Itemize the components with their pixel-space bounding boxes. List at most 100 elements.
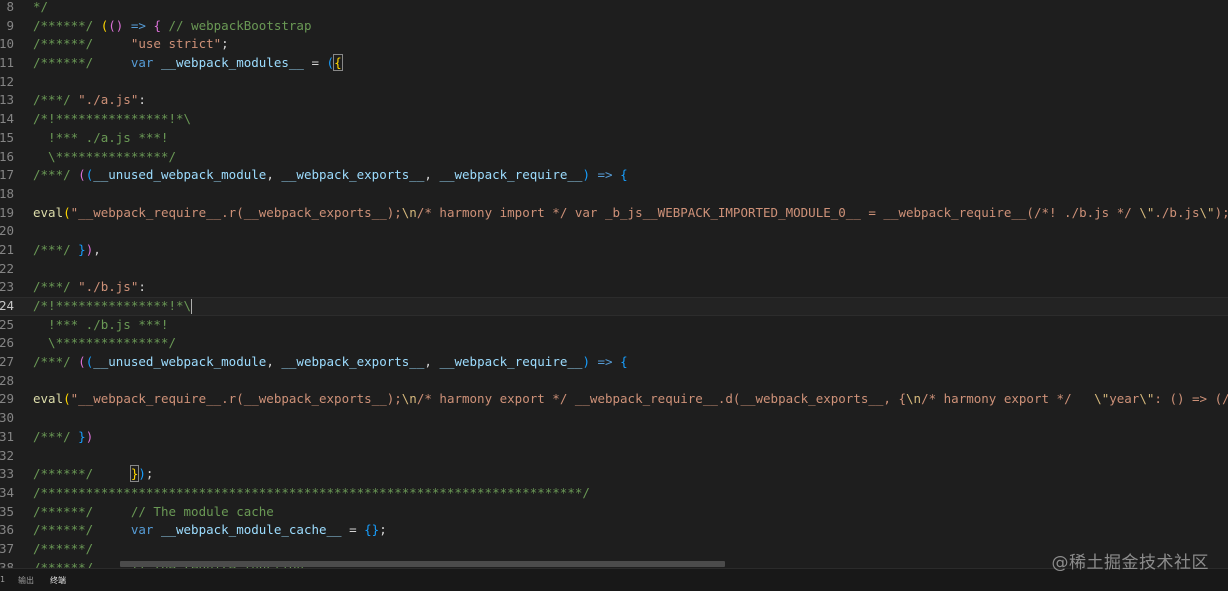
code-token: =>	[589, 167, 621, 183]
code-line[interactable]: 17/***/ ((__unused_webpack_module, __web…	[0, 166, 1228, 185]
code-token: eval	[33, 391, 64, 407]
code-line[interactable]: 21 /***/ }),	[0, 241, 1228, 260]
horizontal-scrollbar[interactable]	[120, 561, 725, 567]
code-line[interactable]: 23 /***/ "./b.js":	[0, 278, 1228, 297]
code-line[interactable]: 20	[0, 222, 1228, 241]
code-text: /***/ ((__unused_webpack_module, __webpa…	[33, 166, 628, 185]
code-token: \"	[1139, 391, 1155, 407]
code-token: : () => (/	[1154, 391, 1228, 407]
code-text: /***/ })	[33, 428, 93, 447]
code-token: ./b.js	[1154, 204, 1200, 220]
code-line[interactable]: 35 /******/ // The module cache	[0, 503, 1228, 522]
code-line[interactable]: 24 /*!***************!*\	[0, 297, 1228, 316]
text-cursor	[191, 299, 193, 314]
code-line[interactable]: 25 !*** ./b.js ***!	[0, 316, 1228, 335]
code-token: /*!***************!*\	[33, 298, 192, 313]
code-line[interactable]: 31 /***/ })	[0, 428, 1228, 447]
code-line[interactable]: 10 /******/ "use strict";	[0, 35, 1228, 54]
code-token: {	[333, 54, 343, 72]
code-line[interactable]: 27/***/ ((__unused_webpack_module, __web…	[0, 353, 1228, 372]
code-token: year	[1109, 391, 1140, 407]
code-text: /***/ ((__unused_webpack_module, __webpa…	[33, 353, 628, 372]
code-token: eval	[33, 204, 64, 220]
code-token: ,	[266, 167, 282, 183]
line-number: 22	[0, 260, 14, 276]
code-text: /***/ "./b.js":	[33, 278, 146, 297]
code-line[interactable]: 16 \***************/	[0, 148, 1228, 167]
code-token: __webpack_modules__	[160, 55, 304, 71]
line-number: 30	[0, 410, 14, 426]
code-line[interactable]: 29 eval("__webpack_require__.r(__webpack_…	[0, 390, 1228, 409]
code-line[interactable]: 33 /******/ });	[0, 465, 1228, 484]
code-line[interactable]: 22	[0, 260, 1228, 279]
line-number: 35	[0, 503, 14, 519]
code-line[interactable]: 32	[0, 447, 1228, 466]
code-token: "use strict"	[130, 36, 222, 52]
code-token: ,	[424, 167, 440, 183]
code-line[interactable]: 14 /*!***************!*\	[0, 110, 1228, 129]
tab-terminal[interactable]: 终端	[50, 575, 66, 586]
tab-output[interactable]: 输出	[18, 575, 34, 586]
code-line[interactable]: 28	[0, 372, 1228, 391]
code-token: )	[138, 466, 146, 482]
code-token: "./b.js"	[78, 279, 139, 295]
code-token: var	[130, 522, 154, 538]
code-text: \***************/	[33, 334, 176, 353]
line-number: 29	[0, 391, 14, 407]
code-token: !*** ./a.js ***!	[33, 129, 169, 145]
code-token: {	[153, 17, 161, 33]
code-line[interactable]: 34 /*************************************…	[0, 484, 1228, 503]
code-text: /******/ });	[33, 465, 153, 484]
code-token: :	[138, 279, 146, 295]
code-token: ;	[145, 466, 154, 482]
code-token: );	[1214, 204, 1228, 220]
line-number: 21	[0, 241, 14, 257]
code-token: \"	[1199, 204, 1215, 220]
code-line[interactable]: 11 /******/ var __webpack_modules__ = ({	[0, 54, 1228, 73]
watermark: @稀土掘金技术社区	[1051, 553, 1209, 573]
code-token: =	[341, 522, 365, 538]
line-number: 15	[0, 129, 14, 145]
code-line[interactable]: 8 */	[0, 0, 1228, 17]
line-number: 28	[0, 372, 14, 388]
code-token: __unused_webpack_module	[93, 354, 267, 370]
code-token: /* harmony export */	[921, 391, 1095, 407]
code-token: "./a.js"	[78, 92, 139, 108]
code-editor[interactable]: 8 */9/******/ (() => { // webpackBootstra…	[0, 0, 1228, 568]
code-token: /******/	[33, 466, 101, 482]
code-token: (	[108, 17, 116, 33]
code-token: /* harmony import */ var _b_js__WEBPACK_…	[416, 204, 1140, 220]
code-line[interactable]: 36 /******/ var __webpack_module_cache__ …	[0, 521, 1228, 540]
code-line[interactable]: 15 !*** ./a.js ***!	[0, 129, 1228, 148]
code-text: eval("__webpack_require__.r(__webpack_ex…	[33, 204, 1228, 223]
tab-problems-count[interactable]: 1	[0, 575, 5, 584]
code-token: __unused_webpack_module	[93, 167, 267, 183]
code-token: )	[582, 167, 590, 183]
code-line[interactable]: 9 /******/ (() => { // webpackBootstrap	[0, 17, 1228, 36]
code-line[interactable]: 26 \***************/	[0, 334, 1228, 353]
code-token: }	[78, 428, 86, 444]
line-number: 37	[0, 540, 14, 556]
code-line[interactable]: 13 /***/ "./a.js":	[0, 91, 1228, 110]
code-token: {	[620, 167, 628, 183]
code-line[interactable]: 18	[0, 185, 1228, 204]
code-line[interactable]: 37 /******/	[0, 540, 1228, 559]
code-token: \n	[401, 391, 417, 407]
code-line[interactable]: 19 eval("__webpack_require__.r(__webpack_…	[0, 204, 1228, 223]
code-token: (	[78, 354, 86, 370]
line-number: 14	[0, 111, 14, 127]
code-token: /******/	[33, 503, 101, 519]
code-token: /******/	[33, 17, 101, 33]
line-number: 25	[0, 316, 14, 332]
line-number: 20	[0, 223, 14, 239]
code-text: */	[33, 0, 48, 17]
code-line[interactable]: 12	[0, 73, 1228, 92]
code-token: !*** ./b.js ***!	[33, 316, 169, 332]
code-text: !*** ./b.js ***!	[33, 316, 168, 335]
code-line[interactable]: 30	[0, 409, 1228, 428]
line-number: 18	[0, 185, 14, 201]
